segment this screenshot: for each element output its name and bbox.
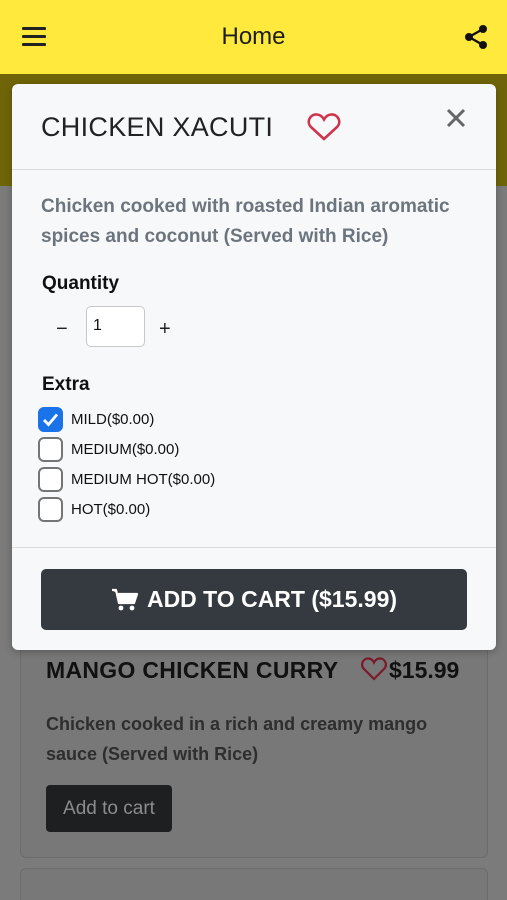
- option-medium[interactable]: MEDIUM($0.00): [38, 436, 179, 462]
- checkbox[interactable]: [38, 466, 63, 492]
- checkbox[interactable]: [38, 406, 63, 432]
- option-label: HOT($0.00): [71, 500, 151, 518]
- menu-item-card: MANGO CHICKEN CURRY $15.99 Chicken cooke…: [20, 630, 488, 858]
- cart-icon: [111, 588, 139, 610]
- quantity-increment-button[interactable]: +: [159, 318, 171, 341]
- option-hot[interactable]: HOT($0.00): [38, 496, 150, 522]
- add-to-cart-button[interactable]: Add to cart: [46, 785, 172, 832]
- item-detail-modal: CHICKEN XACUTI Chicken cooked with roast…: [12, 84, 496, 650]
- option-label: MEDIUM HOT($0.00): [71, 470, 216, 488]
- option-mild[interactable]: MILD($0.00): [38, 406, 154, 432]
- menu-item-name: MANGO CHICKEN CURRY: [46, 657, 339, 683]
- quantity-label: Quantity: [42, 273, 120, 294]
- extra-label: Extra: [42, 374, 90, 395]
- app-header: Home: [0, 0, 507, 74]
- checkbox[interactable]: [38, 436, 63, 462]
- item-title: CHICKEN XACUTI: [41, 112, 274, 142]
- item-description: Chicken cooked with roasted Indian aroma…: [41, 196, 450, 247]
- quantity-input[interactable]: 1: [86, 306, 145, 347]
- menu-item-price: $15.99: [389, 657, 460, 683]
- heart-icon[interactable]: [307, 112, 341, 142]
- page-title: Home: [221, 23, 286, 50]
- divider: [12, 547, 496, 548]
- heart-icon[interactable]: [361, 657, 387, 681]
- menu-item-description: Chicken cooked in a rich and creamy mang…: [46, 714, 428, 764]
- modal-header: CHICKEN XACUTI: [12, 84, 496, 170]
- option-label: MILD($0.00): [71, 410, 155, 428]
- close-icon[interactable]: [444, 106, 468, 130]
- menu-item-card: [20, 868, 488, 900]
- add-to-cart-label: ADD TO CART ($15.99): [146, 586, 398, 612]
- hamburger-menu-icon[interactable]: [22, 27, 46, 47]
- add-to-cart-button[interactable]: ADD TO CART ($15.99): [41, 569, 467, 630]
- option-medium-hot[interactable]: MEDIUM HOT($0.00): [38, 466, 215, 492]
- checkmark-icon: [43, 413, 59, 427]
- option-label: MEDIUM($0.00): [71, 440, 180, 458]
- share-icon[interactable]: [463, 24, 489, 50]
- checkbox[interactable]: [38, 496, 63, 522]
- quantity-decrement-button[interactable]: −: [56, 318, 68, 341]
